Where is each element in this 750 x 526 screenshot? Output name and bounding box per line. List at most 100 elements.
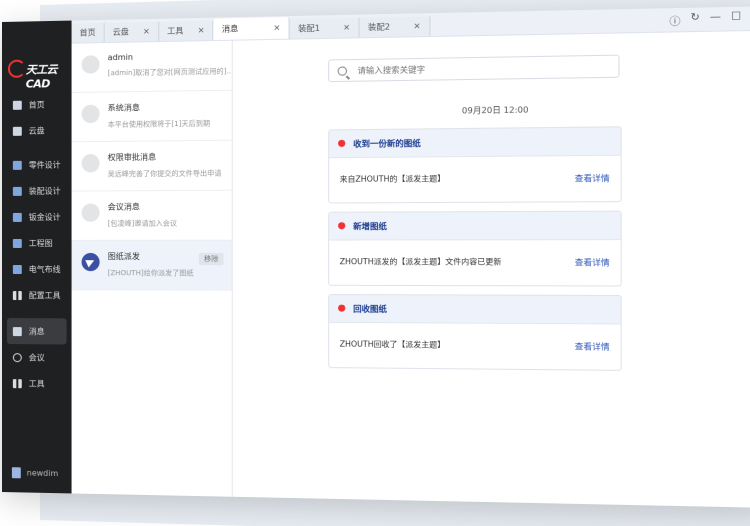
sidebar-item-label: 工具 [28,378,45,388]
list-item[interactable]: 会议消息 [包凌峰]邀请加入会议 [71,190,232,241]
sidebar: 天工云CAD 首页 云盘 零件设计 装配设计 钣金设计 工程图 电气布线 配置工… [2,20,72,494]
bullet-dot-icon: ● [337,220,346,232]
config-tool-icon [12,290,22,300]
card-title: 收到一份新的图纸 [353,138,421,149]
tab-assembly-1[interactable]: 装配1 ✕ [289,17,360,39]
list-item-title: 系统消息 [107,103,140,113]
content: admin [admin]取消了您对[网页测试应用的]... 系统消息 本平台使用权… [71,30,750,508]
close-icon[interactable]: ✕ [413,22,420,31]
nav-group-design: 零件设计 装配设计 钣金设计 工程图 电气布线 配置工具 [2,151,72,308]
drawing-icon [12,238,22,248]
message-icon [12,326,22,336]
list-item-preview: [包凌峰]邀请加入会议 [107,219,177,228]
card-text: ZHOUTH派发的【派发主题】文件内容已更新 [339,257,502,267]
paper-plane-icon [81,252,100,272]
stage: 天工云CAD 首页 云盘 零件设计 装配设计 钣金设计 工程图 电气布线 配置工… [0,0,750,526]
sidebar-item-part-design[interactable]: 零件设计 [2,151,72,178]
sidebar-item-message[interactable]: 消息 [6,318,67,345]
card-header: ● 新增图纸 [329,211,621,241]
card-body: ZHOUTH回收了【派发主题】 查看详情 [329,323,620,371]
list-item-title: 会议消息 [107,202,140,212]
assembly-design-icon [12,186,22,196]
minimize-icon[interactable]: — [710,11,721,27]
nav-group-comm: 消息 会议 工具 [2,318,72,397]
maximize-icon[interactable]: ☐ [731,11,741,27]
sidebar-item-meeting[interactable]: 会议 [2,344,72,371]
bullet-dot-icon: ● [337,303,346,314]
cloud-drive-icon [12,126,22,136]
card-header: ● 回收图纸 [329,295,621,325]
tab-home[interactable]: 首页 [71,22,105,43]
sidebar-item-tools[interactable]: 工具 [2,370,72,397]
card-title: 回收图纸 [353,303,387,314]
list-item[interactable]: 系统消息 本平台使用权限将于[1]天后到期 [71,90,232,143]
view-details-link[interactable]: 查看详情 [575,173,610,185]
avatar [81,154,100,173]
list-item[interactable]: 权限审批消息 吴远峰完善了你提交的文件导出申请 [71,140,232,192]
tab-label: 云盘 [112,27,129,37]
card-text: ZHOUTH回收了【派发主题】 [339,339,446,350]
sidebar-item-label: 首页 [28,99,45,110]
window-controls: ⓘ ↻ — ☐ ✕ [669,11,750,29]
refresh-icon[interactable]: ↻ [690,12,699,28]
tools-icon [12,378,22,388]
meeting-icon [12,352,22,362]
search-input[interactable] [355,60,596,77]
close-icon[interactable]: ✕ [143,27,150,36]
avatar [81,55,100,74]
logo-mark-icon [7,59,26,78]
sidebar-item-label: 钣金设计 [28,212,61,222]
remove-button[interactable]: 移除 [198,252,224,266]
sidebar-item-electrical[interactable]: 电气布线 [2,256,72,282]
sidebar-item-label: 装配设计 [28,186,61,196]
logo-text: 天工云CAD [25,63,58,91]
tab-message[interactable]: 消息 ✕ [213,17,290,41]
search-box [328,54,620,83]
tab-label: 装配1 [298,23,321,34]
list-item[interactable]: admin [admin]取消了您对[网页测试应用的]... [71,40,232,94]
tab-assembly-2[interactable]: 装配2 ✕ [359,16,431,38]
sidebar-item-cloud-drive[interactable]: 云盘 [2,117,72,144]
list-item-title: 权限审批消息 [107,152,157,163]
card-header: ● 收到一份新的图纸 [329,127,621,159]
sidebar-item-home[interactable]: 首页 [2,91,72,118]
view-details-link[interactable]: 查看详情 [575,341,610,353]
sidebar-item-label: 电气布线 [28,264,61,274]
list-item-selected[interactable]: 图纸派发 [ZHOUTH]给你派发了图纸 移除 [71,240,232,291]
sidebar-item-label: 工程图 [28,238,53,248]
bullet-dot-icon: ● [337,138,346,149]
sidebar-item-label: 零件设计 [28,160,61,170]
sidebar-item-sheet-metal[interactable]: 钣金设计 [2,204,72,230]
notification-card: ● 新增图纸 ZHOUTH派发的【派发主题】文件内容已更新 查看详情 [328,210,622,287]
timestamp: 09月20日 12:00 [461,105,529,116]
notification-card: ● 收到一份新的图纸 来自ZHOUTH的【派发主题】 查看详情 [328,126,622,204]
tab-label: 首页 [79,28,96,38]
sidebar-item-label: 消息 [28,326,45,336]
part-design-icon [12,160,22,170]
tab-cloud-drive[interactable]: 云盘 ✕ [104,21,159,43]
sidebar-item-drawing[interactable]: 工程图 [2,230,72,256]
close-icon[interactable]: ✕ [273,23,280,32]
search-icon [337,65,347,76]
help-icon[interactable]: ⓘ [669,12,680,28]
sidebar-item-config-tool[interactable]: 配置工具 [2,282,72,308]
current-user[interactable]: newdim [11,467,59,479]
user-avatar-icon [11,467,21,479]
message-detail: 09月20日 12:00 ● 收到一份新的图纸 来自ZHOUTH的【派发主题】查看… [232,30,750,508]
view-details-link[interactable]: 查看详情 [575,257,610,269]
user-name: newdim [26,468,59,479]
sidebar-item-assembly-design[interactable]: 装配设计 [2,178,72,204]
tab-label: 消息 [221,24,239,34]
main-area: 首页 云盘 ✕ 工具 ✕ 消息 ✕ 装配1 ✕ 装配2 ✕ ⓘ ↻ — ☐ ✕ admin… [71,6,750,508]
card-body: ZHOUTH派发的【派发主题】文件内容已更新 查看详情 [329,240,620,286]
tab-tools[interactable]: 工具 ✕ [158,20,214,42]
card-body: 来自ZHOUTH的【派发主题】 查看详情 [329,156,620,204]
list-item-title: admin [107,52,133,63]
sidebar-item-label: 配置工具 [28,290,61,300]
app-logo: 天工云CAD [7,57,68,91]
electrical-icon [12,264,22,274]
message-list: admin [admin]取消了您对[网页测试应用的]... 系统消息 本平台使用权… [71,40,233,497]
close-icon[interactable]: ✕ [343,23,350,32]
close-icon[interactable]: ✕ [198,26,205,35]
home-icon [12,100,22,110]
